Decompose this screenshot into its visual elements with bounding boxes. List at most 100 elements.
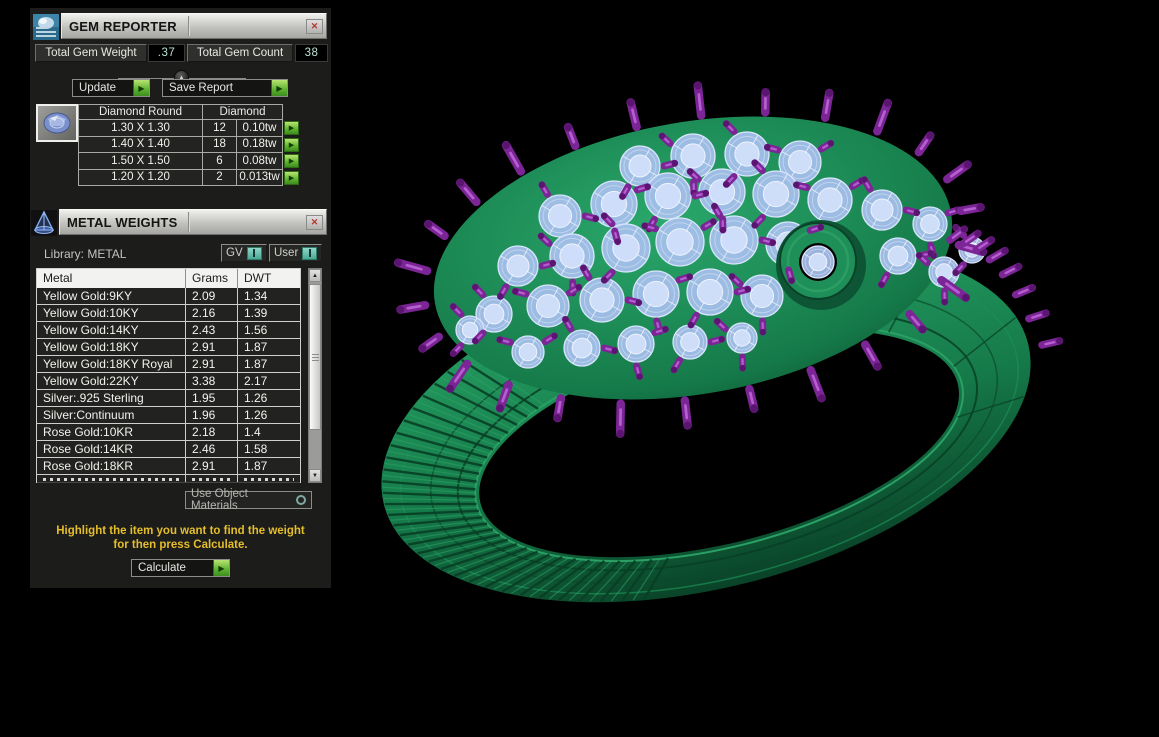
gv-button-label: GV xyxy=(226,247,243,259)
gem-table-row[interactable]: 1.30 X 1.30 12 0.10tw ▶ xyxy=(78,120,300,137)
select-gems-arrow-button[interactable]: ▶ xyxy=(284,137,299,152)
gem-weight: 0.18tw xyxy=(237,136,283,153)
instruction-line2: for then press Calculate. xyxy=(113,539,248,551)
metal-dwt: 1.87 xyxy=(244,459,268,473)
gem-weight: 0.08tw xyxy=(237,153,283,170)
gem-reporter-title: GEM REPORTER xyxy=(69,19,177,34)
gem-reporter-close-icon[interactable]: ✕ xyxy=(306,19,323,34)
gem-thumbnail[interactable] xyxy=(36,104,78,142)
table-row[interactable]: Yellow Gold:9KY 2.09 1.34 xyxy=(37,288,300,305)
save-report-button[interactable]: Save Report ▶ xyxy=(162,79,288,97)
gem-table-header-shape: Diamond Round xyxy=(78,104,203,120)
total-gem-weight-label: Total Gem Weight xyxy=(35,44,147,62)
scrollbar-thumb[interactable] xyxy=(309,284,321,430)
application-window: GEM REPORTER ✕ Total Gem Weight .37 Tota… xyxy=(0,0,1159,737)
scroll-down-icon[interactable]: ▼ xyxy=(309,469,321,482)
select-gems-arrow-button[interactable]: ▶ xyxy=(284,121,299,136)
metal-name: Yellow Gold:9KY xyxy=(37,288,186,304)
titlebar-divider xyxy=(188,212,189,232)
tool-palette: GEM REPORTER ✕ Total Gem Weight .37 Tota… xyxy=(30,8,331,588)
metal-dwt: 1.87 xyxy=(244,357,268,371)
gem-size: 1.20 X 1.20 xyxy=(78,169,203,186)
metal-dwt: 1.26 xyxy=(244,391,268,405)
metal-weights-title: METAL WEIGHTS xyxy=(67,215,178,230)
header-grams: Grams xyxy=(186,269,238,288)
gem-reporter-icon xyxy=(33,14,59,40)
gem-thumbnail-image xyxy=(43,112,71,134)
metal-dwt: 1.4 xyxy=(244,425,261,439)
metal-weights-close-icon[interactable]: ✕ xyxy=(306,215,323,230)
metal-name: Silver:.925 Sterling xyxy=(37,390,186,406)
table-scrollbar[interactable]: ▲ ▼ xyxy=(308,268,322,483)
header-dwt: DWT xyxy=(244,271,272,285)
instruction-text: Highlight the item you want to find the … xyxy=(34,524,327,552)
metal-name: Rose Gold:18KR xyxy=(37,458,186,474)
scroll-up-icon[interactable]: ▲ xyxy=(309,269,321,282)
table-row[interactable]: Yellow Gold:18KY Royal 2.91 1.87 xyxy=(37,356,300,373)
total-gem-count-label: Total Gem Count xyxy=(187,44,293,62)
metal-dwt: 1.34 xyxy=(244,289,268,303)
total-gem-weight-value[interactable]: .37 xyxy=(148,44,185,62)
metal-name: Silver:Continuum xyxy=(37,407,186,423)
update-button[interactable]: Update ▶ xyxy=(72,79,150,97)
calculate-button[interactable]: Calculate ▶ xyxy=(131,559,230,577)
total-gem-count-value[interactable]: 38 xyxy=(295,44,328,62)
metal-name: Yellow Gold:14KY xyxy=(37,322,186,338)
select-gems-arrow-button[interactable]: ▶ xyxy=(284,154,299,169)
gem-count: 2 xyxy=(203,169,237,186)
metal-weights-table: Metal Grams DWT Yellow Gold:9KY 2.09 1.3… xyxy=(36,268,301,483)
table-row[interactable]: Yellow Gold:10KY 2.16 1.39 xyxy=(37,305,300,322)
table-row[interactable]: Rose Gold:18KR 2.91 1.87 xyxy=(37,458,300,475)
metal-grams: 3.38 xyxy=(186,373,238,389)
gem-table-header-type: Diamond xyxy=(203,104,283,120)
metal-dwt: 1.26 xyxy=(244,408,268,422)
green-arrow-icon: ▶ xyxy=(271,80,287,96)
table-row-partial[interactable] xyxy=(37,475,300,483)
gem-weight: 0.10tw xyxy=(237,120,283,137)
metal-table-header: Metal Grams DWT xyxy=(37,269,300,288)
gem-table-row[interactable]: 1.20 X 1.20 2 0.013tw ▶ xyxy=(78,169,300,186)
metal-grams: 2.91 xyxy=(186,458,238,474)
metal-grams: 2.18 xyxy=(186,424,238,440)
table-row[interactable]: Yellow Gold:22KY 3.38 2.17 xyxy=(37,373,300,390)
gem-size: 1.50 X 1.50 xyxy=(78,153,203,170)
metal-name: Rose Gold:14KR xyxy=(37,441,186,457)
table-row[interactable]: Rose Gold:14KR 2.46 1.58 xyxy=(37,441,300,458)
metal-grams: 2.16 xyxy=(186,305,238,321)
gem-table-row[interactable]: 1.40 X 1.40 18 0.18tw ▶ xyxy=(78,136,300,153)
table-row[interactable]: Silver:Continuum 1.96 1.26 xyxy=(37,407,300,424)
metal-grams: 2.91 xyxy=(186,339,238,355)
gem-reporter-titlebar[interactable]: GEM REPORTER ✕ xyxy=(61,13,327,39)
metal-weights-titlebar[interactable]: METAL WEIGHTS ✕ xyxy=(59,209,327,235)
dropdown-label: Use Object Materials xyxy=(191,488,248,512)
metal-dwt: 2.17 xyxy=(244,374,268,388)
metal-name: Rose Gold:10KR xyxy=(37,424,186,440)
gv-button[interactable]: GV xyxy=(221,244,267,262)
table-row[interactable]: Yellow Gold:14KY 2.43 1.56 xyxy=(37,322,300,339)
table-row[interactable]: Yellow Gold:18KY 2.91 1.87 xyxy=(37,339,300,356)
gem-table-row[interactable]: 1.50 X 1.50 6 0.08tw ▶ xyxy=(78,153,300,170)
metal-grams: 2.91 xyxy=(186,356,238,372)
gem-table-header: Diamond Round Diamond xyxy=(78,104,300,120)
select-gems-arrow-button[interactable]: ▶ xyxy=(284,170,299,185)
gem-count: 18 xyxy=(203,136,237,153)
table-row[interactable]: Rose Gold:10KR 2.18 1.4 xyxy=(37,424,300,441)
metal-name: Yellow Gold:18KY Royal xyxy=(37,356,186,372)
user-button[interactable]: User xyxy=(269,244,323,262)
metal-grams: 2.09 xyxy=(186,288,238,304)
gem-count: 6 xyxy=(203,153,237,170)
metal-name: Yellow Gold:22KY xyxy=(37,373,186,389)
metal-name: Yellow Gold:18KY xyxy=(37,339,186,355)
bezel-gem xyxy=(801,245,835,279)
gv-indicator xyxy=(246,246,262,260)
titlebar-divider xyxy=(188,16,189,36)
dropdown-circle-icon xyxy=(296,495,306,505)
metal-grams: 1.95 xyxy=(186,390,238,406)
table-row[interactable]: Silver:.925 Sterling 1.95 1.26 xyxy=(37,390,300,407)
calculate-button-label: Calculate xyxy=(138,562,186,574)
metal-dwt: 1.87 xyxy=(244,340,268,354)
metal-dwt: 1.56 xyxy=(244,323,268,337)
metal-grams: 2.43 xyxy=(186,322,238,338)
use-object-materials-dropdown[interactable]: Use Object Materials xyxy=(185,488,312,512)
update-button-label: Update xyxy=(79,82,117,94)
